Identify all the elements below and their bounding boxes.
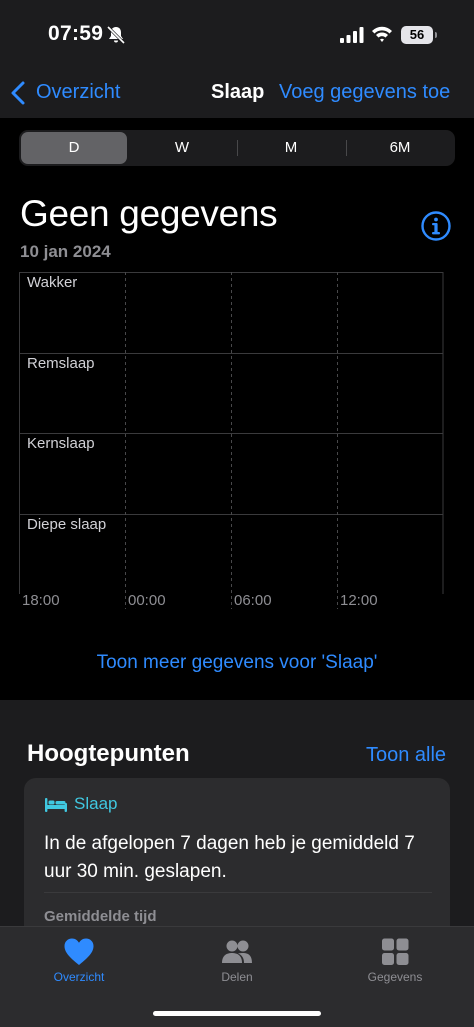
x-tick-label: 06:00 <box>234 592 272 609</box>
period-segmented-control: D W M 6M <box>19 130 455 166</box>
date-label: 10 jan 2024 <box>20 242 111 261</box>
page-title: Slaap <box>211 81 265 103</box>
highlight-card[interactable]: Slaap In de afgelopen 7 dagen heb je gem… <box>24 778 450 948</box>
tab-overview[interactable]: Overzicht <box>19 927 139 997</box>
bed-icon <box>45 798 67 812</box>
highlight-subtitle: Gemiddelde tijd <box>44 908 157 925</box>
battery-indicator: 56 <box>401 26 433 44</box>
highlight-category: Slaap <box>74 794 118 813</box>
show-more-sleep-data-link[interactable]: Toon meer gegevens voor 'Slaap' <box>0 652 474 674</box>
add-data-button[interactable]: Voeg gegevens toe <box>279 81 450 104</box>
show-all-button[interactable]: Toon alle <box>366 744 446 767</box>
home-indicator <box>153 1011 321 1016</box>
wifi-icon <box>372 26 392 42</box>
tab-sharing[interactable]: Delen <box>177 927 297 997</box>
x-tick-label: 00:00 <box>128 592 166 609</box>
signal-icon <box>340 27 364 43</box>
segment-month[interactable]: M <box>238 132 344 164</box>
highlight-text: In de afgelopen 7 dagen heb je gemiddeld… <box>44 833 415 882</box>
heart-icon <box>64 938 94 965</box>
status-bar: 07:59 56 <box>0 0 474 70</box>
tab-label: Delen <box>221 970 253 984</box>
stage-label-deep: Diepe slaap <box>27 516 107 533</box>
bell-slash-icon <box>106 25 126 45</box>
tab-data[interactable]: Gegevens <box>335 927 455 997</box>
highlights-title: Hoogtepunten <box>27 740 190 767</box>
sleep-stages-chart: Wakker Remslaap Kernslaap Diepe slaap 18… <box>19 272 444 612</box>
segment-week[interactable]: W <box>129 132 235 164</box>
stage-label-awake: Wakker <box>27 274 78 291</box>
battery-tip <box>435 32 437 38</box>
stage-label-core: Kernslaap <box>27 435 95 452</box>
card-divider <box>44 892 432 893</box>
grid-icon <box>382 938 409 965</box>
back-button[interactable]: Overzicht <box>36 81 120 104</box>
status-time: 07:59 <box>48 22 104 45</box>
tab-label: Overzicht <box>53 970 105 984</box>
stage-label-rem: Remslaap <box>27 355 95 372</box>
x-tick-label: 18:00 <box>22 592 60 609</box>
info-icon[interactable] <box>420 210 452 242</box>
segment-six-months[interactable]: 6M <box>347 132 453 164</box>
x-tick-label: 12:00 <box>340 592 378 609</box>
sleep-summary-headline: Geen gegevens <box>20 193 278 234</box>
segment-day[interactable]: D <box>21 132 127 164</box>
navigation-bar: Overzicht Slaap Voeg gegevens toe <box>0 70 474 118</box>
people-icon <box>222 940 252 963</box>
tab-label: Gegevens <box>367 970 423 984</box>
chevron-left-icon[interactable] <box>10 80 26 106</box>
